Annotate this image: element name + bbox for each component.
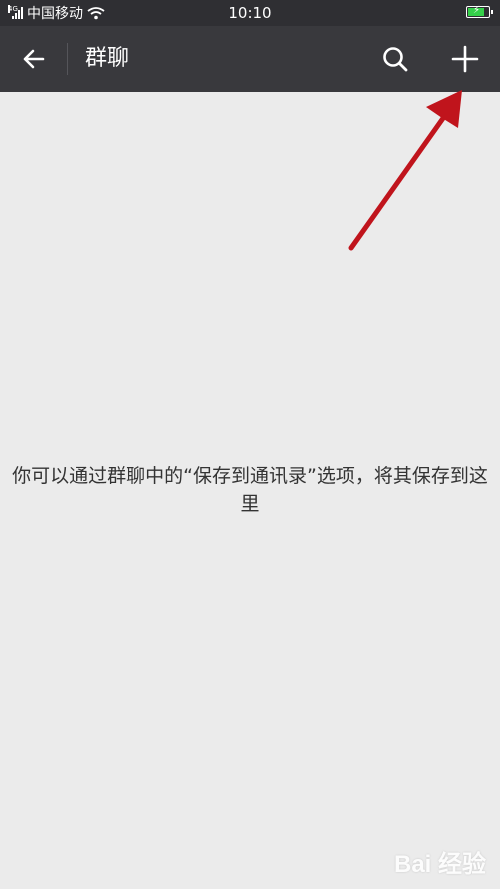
app-bar: 群聊 <box>0 26 500 92</box>
page-title: 群聊 <box>85 46 130 71</box>
annotation-arrow <box>348 90 462 251</box>
plus-icon <box>451 45 479 73</box>
back-button[interactable] <box>14 39 54 79</box>
status-time: 10:10 <box>228 4 272 22</box>
arrow-left-icon <box>23 49 45 69</box>
empty-hint-text: 你可以通过群聊中的“保存到通讯录”选项，将其保存到这里 <box>12 465 488 515</box>
search-icon <box>383 47 408 72</box>
charging-bolt-icon: ⚡ <box>473 5 481 16</box>
status-bar: 4G 中国移动 10:10 ⚡ <box>0 0 500 26</box>
battery-charging-icon: ⚡ <box>466 5 493 18</box>
app-bar-divider <box>67 43 68 75</box>
search-button[interactable] <box>373 39 417 79</box>
add-button[interactable] <box>443 39 487 79</box>
watermark: Bai 经验 <box>393 851 486 878</box>
